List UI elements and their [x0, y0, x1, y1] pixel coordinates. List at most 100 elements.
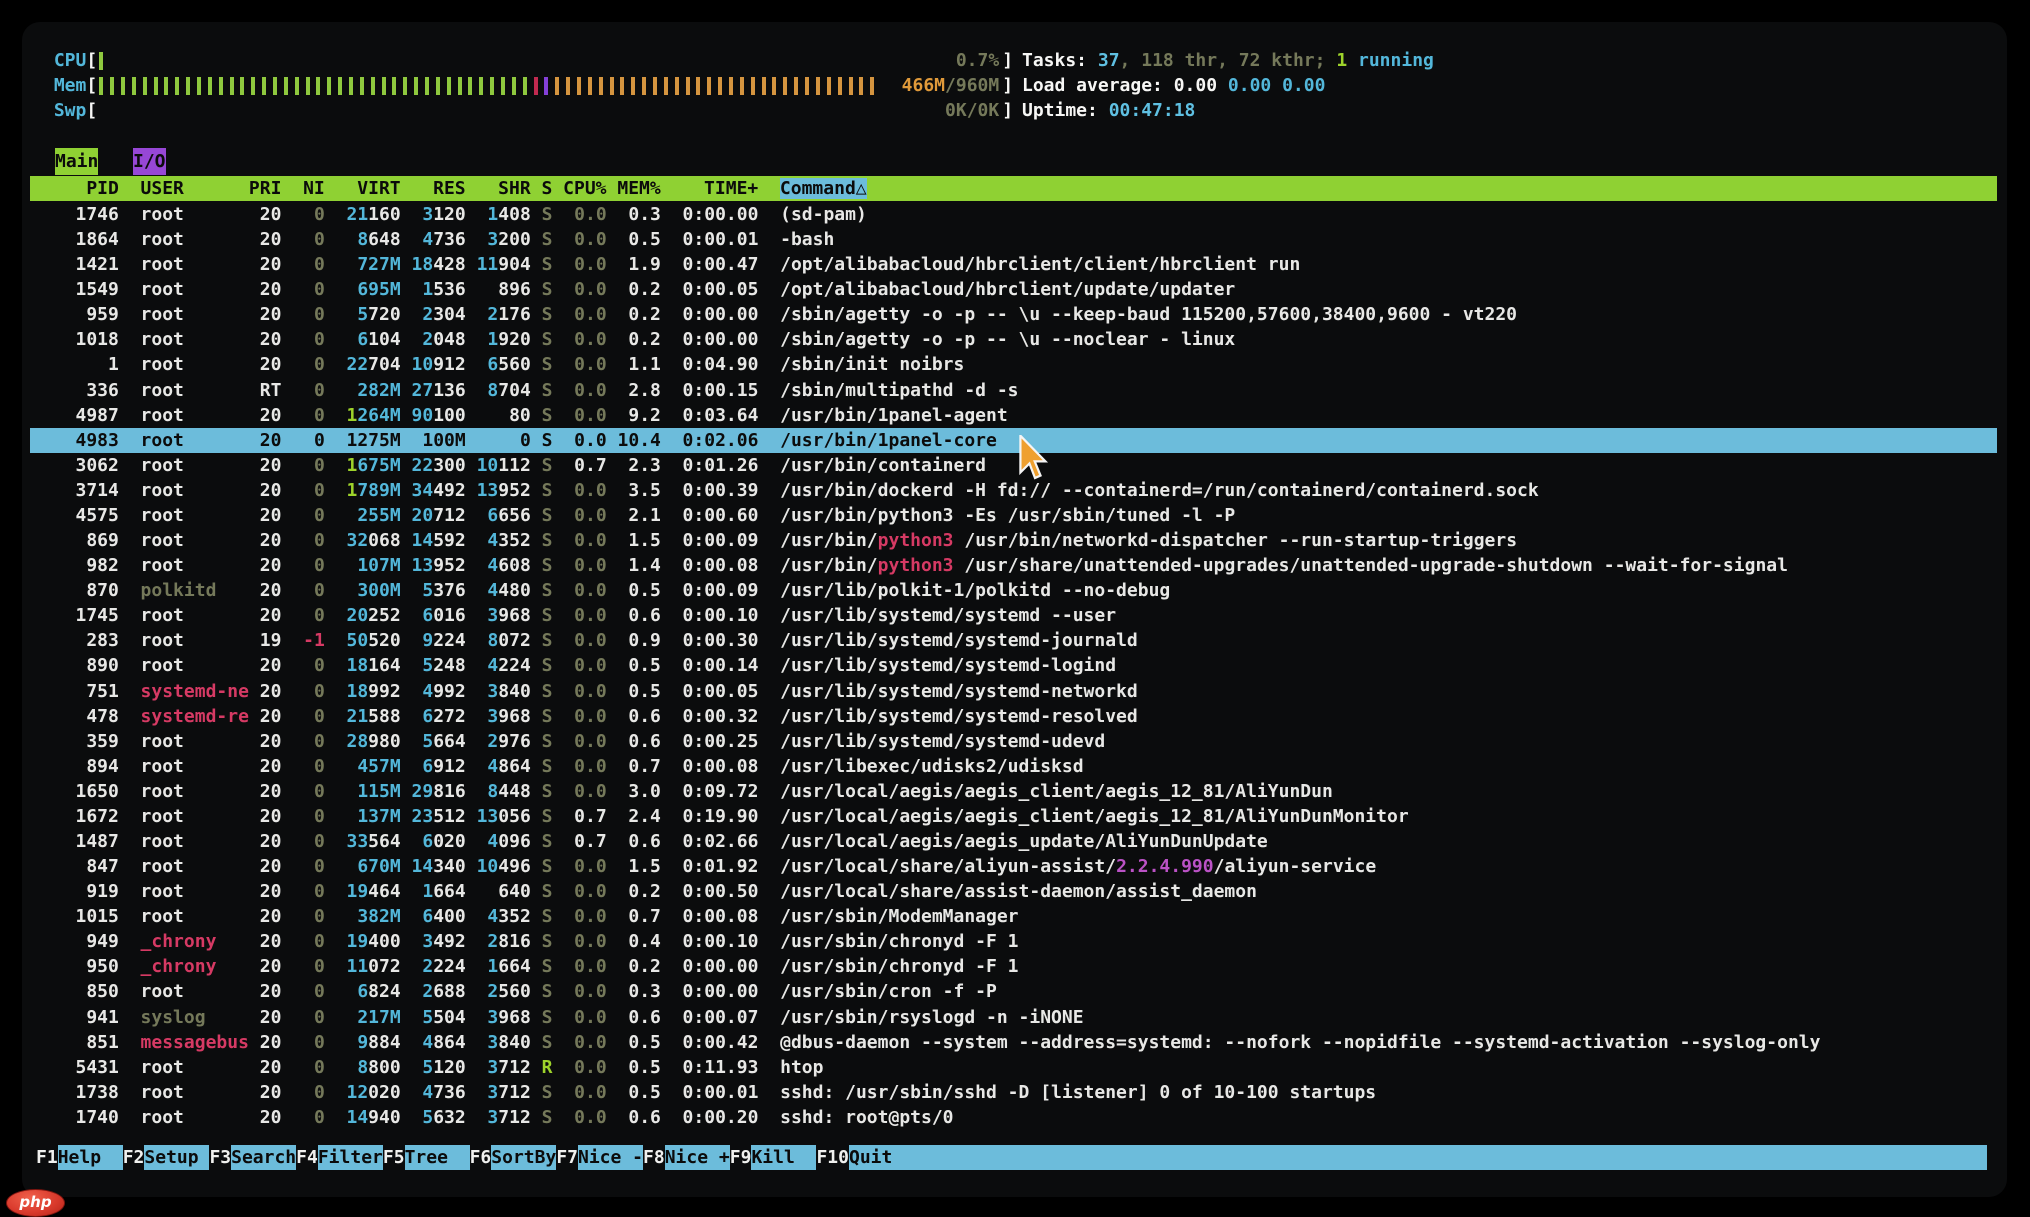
- meter-tick-green: [132, 77, 136, 95]
- meter-tick-green: [501, 77, 505, 95]
- meter-tick-green: [175, 77, 179, 95]
- process-row[interactable]: 1487 root 20 0 33564 6020 4096 S 0.7 0.6…: [30, 829, 1997, 854]
- meter-tick-green: [143, 77, 147, 95]
- fkey-f2[interactable]: F2: [123, 1145, 145, 1170]
- tab-main[interactable]: Main: [55, 148, 98, 175]
- meter-tick-green: [154, 77, 158, 95]
- fkey-label-tree[interactable]: Tree: [405, 1145, 470, 1170]
- tab-io[interactable]: I/O: [133, 148, 166, 175]
- process-row[interactable]: 950 _chrony 20 0 11072 2224 1664 S 0.0 0…: [30, 954, 1997, 979]
- meter-tick-green: [403, 77, 407, 95]
- meter-tick-orange: [849, 77, 853, 95]
- process-row[interactable]: 478 systemd-re 20 0 21588 6272 3968 S 0.…: [30, 704, 1997, 729]
- meter-tick-green: [327, 77, 331, 95]
- process-row[interactable]: 1650 root 20 0 115M 29816 8448 S 0.0 3.0…: [30, 779, 1997, 804]
- meter-tick-green: [262, 77, 266, 95]
- process-row[interactable]: 851 messagebus 20 0 9884 4864 3840 S 0.0…: [30, 1030, 1997, 1055]
- meter-tick-green: [273, 77, 277, 95]
- meter-tick-orange: [859, 77, 863, 95]
- process-row[interactable]: 5431 root 20 0 8800 5120 3712 R 0.0 0.5 …: [30, 1055, 1997, 1080]
- process-row[interactable]: 1745 root 20 0 20252 6016 3968 S 0.0 0.6…: [30, 603, 1997, 628]
- process-row[interactable]: 1421 root 20 0 727M 18428 11904 S 0.0 1.…: [30, 252, 1997, 277]
- fkey-label-setup[interactable]: Setup: [144, 1145, 209, 1170]
- meter-tick-green: [468, 77, 472, 95]
- fkey-label-help[interactable]: Help: [58, 1145, 123, 1170]
- process-row[interactable]: 869 root 20 0 32068 14592 4352 S 0.0 1.5…: [30, 528, 1997, 553]
- process-row-selected[interactable]: 4983 root 20 0 1275M 100M 0 S 0.0 10.4 0…: [30, 428, 1997, 453]
- fkey-f4[interactable]: F4: [296, 1145, 318, 1170]
- process-row[interactable]: 919 root 20 0 19464 1664 640 S 0.0 0.2 0…: [30, 879, 1997, 904]
- process-row[interactable]: 890 root 20 0 18164 5248 4224 S 0.0 0.5 …: [30, 653, 1997, 678]
- php-badge: php: [6, 1189, 65, 1217]
- process-row[interactable]: 359 root 20 0 28980 5664 2976 S 0.0 0.6 …: [30, 729, 1997, 754]
- process-row[interactable]: 4987 root 20 0 1264M 90100 80 S 0.0 9.2 …: [30, 403, 1997, 428]
- process-row[interactable]: 850 root 20 0 6824 2688 2560 S 0.0 0.3 0…: [30, 979, 1997, 1004]
- process-row[interactable]: 847 root 20 0 670M 14340 10496 S 0.0 1.5…: [30, 854, 1997, 879]
- meter-tick-green: [382, 77, 386, 95]
- process-row[interactable]: 751 systemd-ne 20 0 18992 4992 3840 S 0.…: [30, 679, 1997, 704]
- meter-tick-green: [447, 77, 451, 95]
- fkey-label-search[interactable]: Search: [231, 1145, 296, 1170]
- process-row[interactable]: 982 root 20 0 107M 13952 4608 S 0.0 1.4 …: [30, 553, 1997, 578]
- meter-tick-orange: [794, 77, 798, 95]
- process-row[interactable]: 894 root 20 0 457M 6912 4864 S 0.0 0.7 0…: [30, 754, 1997, 779]
- fkey-label-quit[interactable]: Quit: [849, 1145, 914, 1170]
- footer-fill: [914, 1145, 1987, 1170]
- process-row[interactable]: 870 polkitd 20 0 300M 5376 4480 S 0.0 0.…: [30, 578, 1997, 603]
- fkey-label-sortby[interactable]: SortBy: [491, 1145, 556, 1170]
- process-row[interactable]: 1746 root 20 0 21160 3120 1408 S 0.0 0.3…: [30, 202, 1997, 227]
- process-row[interactable]: 1018 root 20 0 6104 2048 1920 S 0.0 0.2 …: [30, 327, 1997, 352]
- meter-tick-green: [164, 77, 168, 95]
- process-row[interactable]: 1740 root 20 0 14940 5632 3712 S 0.0 0.6…: [30, 1105, 1997, 1130]
- process-row[interactable]: 941 syslog 20 0 217M 5504 3968 S 0.0 0.6…: [30, 1005, 1997, 1030]
- fkey-f5[interactable]: F5: [383, 1145, 405, 1170]
- process-row[interactable]: 3062 root 20 0 1675M 22300 10112 S 0.7 2…: [30, 453, 1997, 478]
- meter-tick-orange: [805, 77, 809, 95]
- fkey-f1[interactable]: F1: [36, 1145, 58, 1170]
- fkey-f8[interactable]: F8: [643, 1145, 665, 1170]
- meter-tick-orange: [653, 77, 657, 95]
- column-header-row[interactable]: PID USER PRI NI VIRT RES SHR S CPU% MEM%…: [30, 176, 1997, 201]
- meter-tick-green: [512, 77, 516, 95]
- fkey-f10[interactable]: F10: [816, 1145, 849, 1170]
- meter-tick-orange: [675, 77, 679, 95]
- meter-tick-orange: [838, 77, 842, 95]
- meter-tick-orange: [631, 77, 635, 95]
- process-row[interactable]: 336 root RT 0 282M 27136 8704 S 0.0 2.8 …: [30, 378, 1997, 403]
- meter-tick-green: [316, 77, 320, 95]
- process-row[interactable]: 3714 root 20 0 1789M 34492 13952 S 0.0 3…: [30, 478, 1997, 503]
- fkey-label-filter[interactable]: Filter: [318, 1145, 383, 1170]
- fkey-label-nice-[interactable]: Nice +: [665, 1145, 730, 1170]
- terminal-window: CPU[0.7%] Mem[466M/960M] Swp[0K/0K] Task…: [22, 22, 2007, 1197]
- fkey-label-nice-[interactable]: Nice -: [578, 1145, 643, 1170]
- meter-tick-orange: [827, 77, 831, 95]
- fkey-label-kill[interactable]: Kill: [751, 1145, 816, 1170]
- fkey-f9[interactable]: F9: [730, 1145, 752, 1170]
- meter-tick-green: [338, 77, 342, 95]
- fkey-f6[interactable]: F6: [470, 1145, 492, 1170]
- meter-tick-orange: [686, 77, 690, 95]
- meter-tick-orange: [740, 77, 744, 95]
- mem-meter: Mem[466M/960M]: [43, 73, 1013, 98]
- screenshot-stage: CPU[0.7%] Mem[466M/960M] Swp[0K/0K] Task…: [0, 0, 2030, 1217]
- process-row[interactable]: 1015 root 20 0 382M 6400 4352 S 0.0 0.7 …: [30, 904, 1997, 929]
- meter-tick-green: [240, 77, 244, 95]
- process-row[interactable]: 4575 root 20 0 255M 20712 6656 S 0.0 2.1…: [30, 503, 1997, 528]
- process-row[interactable]: 283 root 19 -1 50520 9224 8072 S 0.0 0.9…: [30, 628, 1997, 653]
- sort-column-command[interactable]: Command△: [780, 178, 867, 199]
- process-row[interactable]: 1549 root 20 0 695M 1536 896 S 0.0 0.2 0…: [30, 277, 1997, 302]
- process-row[interactable]: 959 root 20 0 5720 2304 2176 S 0.0 0.2 0…: [30, 302, 1997, 327]
- process-row[interactable]: 1 root 20 0 22704 10912 6560 S 0.0 1.1 0…: [30, 352, 1997, 377]
- meter-tick-green: [490, 77, 494, 95]
- process-row[interactable]: 949 _chrony 20 0 19400 3492 2816 S 0.0 0…: [30, 929, 1997, 954]
- meter-tick-green: [197, 77, 201, 95]
- meter-tick-green: [349, 77, 353, 95]
- load-average: Load average: 0.00 0.00 0.00: [1022, 73, 1325, 98]
- meter-tick-green: [523, 77, 527, 95]
- process-row[interactable]: 1672 root 20 0 137M 23512 13056 S 0.7 2.…: [30, 804, 1997, 829]
- fkey-f7[interactable]: F7: [556, 1145, 578, 1170]
- process-row[interactable]: 1864 root 20 0 8648 4736 3200 S 0.0 0.5 …: [30, 227, 1997, 252]
- process-row[interactable]: 1738 root 20 0 12020 4736 3712 S 0.0 0.5…: [30, 1080, 1997, 1105]
- fkey-f3[interactable]: F3: [209, 1145, 231, 1170]
- meter-tick-green: [121, 77, 125, 95]
